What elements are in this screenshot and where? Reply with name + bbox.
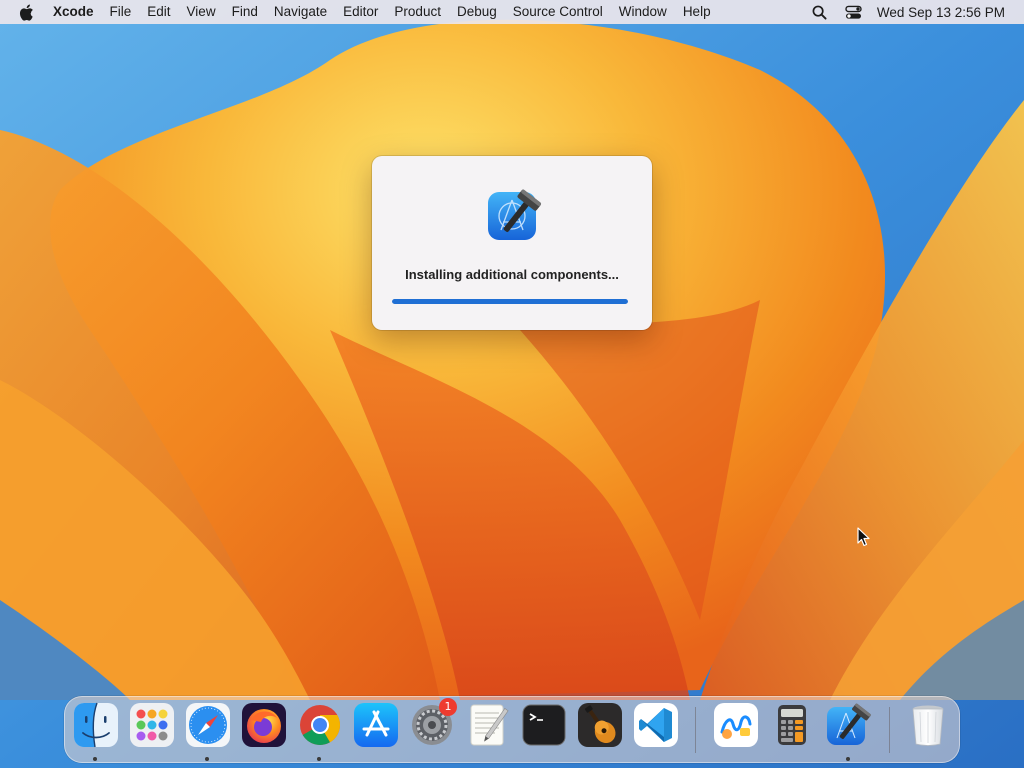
xcode-running-indicator <box>846 757 850 761</box>
dock-firefox[interactable] <box>241 702 287 748</box>
menu-help[interactable]: Help <box>675 0 719 24</box>
terminal-icon <box>522 704 566 746</box>
finder-running-indicator <box>93 757 97 761</box>
dock-garageband[interactable] <box>577 702 623 748</box>
install-progress-fill <box>392 299 628 304</box>
desktop: Xcode File Edit View Find Navigate Edito… <box>0 0 1024 768</box>
dock-calculator[interactable] <box>769 702 815 748</box>
dock-terminal[interactable] <box>521 702 567 748</box>
menu-app-name[interactable]: Xcode <box>45 0 102 24</box>
firefox-icon <box>242 703 286 747</box>
app-store-icon <box>354 703 398 747</box>
safari-icon <box>186 703 230 747</box>
install-status-message: Installing additional components... <box>405 267 619 282</box>
dock-divider-right <box>889 707 890 753</box>
menu-editor[interactable]: Editor <box>335 0 386 24</box>
dock-divider-left <box>695 707 696 753</box>
search-icon[interactable] <box>811 3 829 21</box>
dock-finder[interactable] <box>73 702 119 748</box>
menu-source-control[interactable]: Source Control <box>505 0 611 24</box>
textedit-icon <box>470 704 509 746</box>
mouse-cursor-icon <box>857 527 870 547</box>
freeform-icon <box>714 703 758 747</box>
menu-debug[interactable]: Debug <box>449 0 505 24</box>
safari-running-indicator <box>205 757 209 761</box>
garageband-icon <box>578 703 622 747</box>
desktop-wallpaper <box>0 0 1024 768</box>
menu-edit[interactable]: Edit <box>139 0 178 24</box>
dock-xcode[interactable] <box>825 702 871 748</box>
menu-view[interactable]: View <box>179 0 224 24</box>
menu-bar-status-area: Wed Sep 13 2:56 PM <box>803 0 1024 24</box>
system-settings-badge: 1 <box>439 698 457 716</box>
xcode-app-icon <box>484 186 544 246</box>
menu-find[interactable]: Find <box>224 0 266 24</box>
dock-trash[interactable] <box>905 702 951 748</box>
menu-file[interactable]: File <box>102 0 140 24</box>
dock-safari[interactable] <box>185 702 231 748</box>
calculator-icon <box>778 705 806 745</box>
menu-bar-clock[interactable]: Wed Sep 13 2:56 PM <box>877 5 1005 20</box>
dock: 1 <box>64 696 960 763</box>
dock-freeform[interactable] <box>713 702 759 748</box>
menu-product[interactable]: Product <box>386 0 449 24</box>
dock-app-store[interactable] <box>353 702 399 748</box>
menu-bar: Xcode File Edit View Find Navigate Edito… <box>0 0 1024 24</box>
installing-components-dialog: Installing additional components... <box>372 156 652 330</box>
menu-window[interactable]: Window <box>611 0 675 24</box>
chrome-running-indicator <box>317 757 321 761</box>
control-center-icon[interactable] <box>845 3 863 21</box>
xcode-icon <box>827 703 871 745</box>
finder-icon <box>74 702 118 748</box>
dock-vscode[interactable] <box>633 702 679 748</box>
dock-textedit[interactable] <box>465 702 511 748</box>
trash-icon <box>912 705 944 746</box>
launchpad-icon <box>130 703 174 747</box>
apple-menu-icon[interactable] <box>17 3 35 21</box>
dock-chrome[interactable] <box>297 702 343 748</box>
dock-system-settings[interactable]: 1 <box>409 698 457 748</box>
dock-launchpad[interactable] <box>129 702 175 748</box>
chrome-icon <box>300 705 340 745</box>
menu-navigate[interactable]: Navigate <box>266 0 335 24</box>
install-progress-bar <box>392 299 628 304</box>
vscode-icon <box>634 703 678 747</box>
